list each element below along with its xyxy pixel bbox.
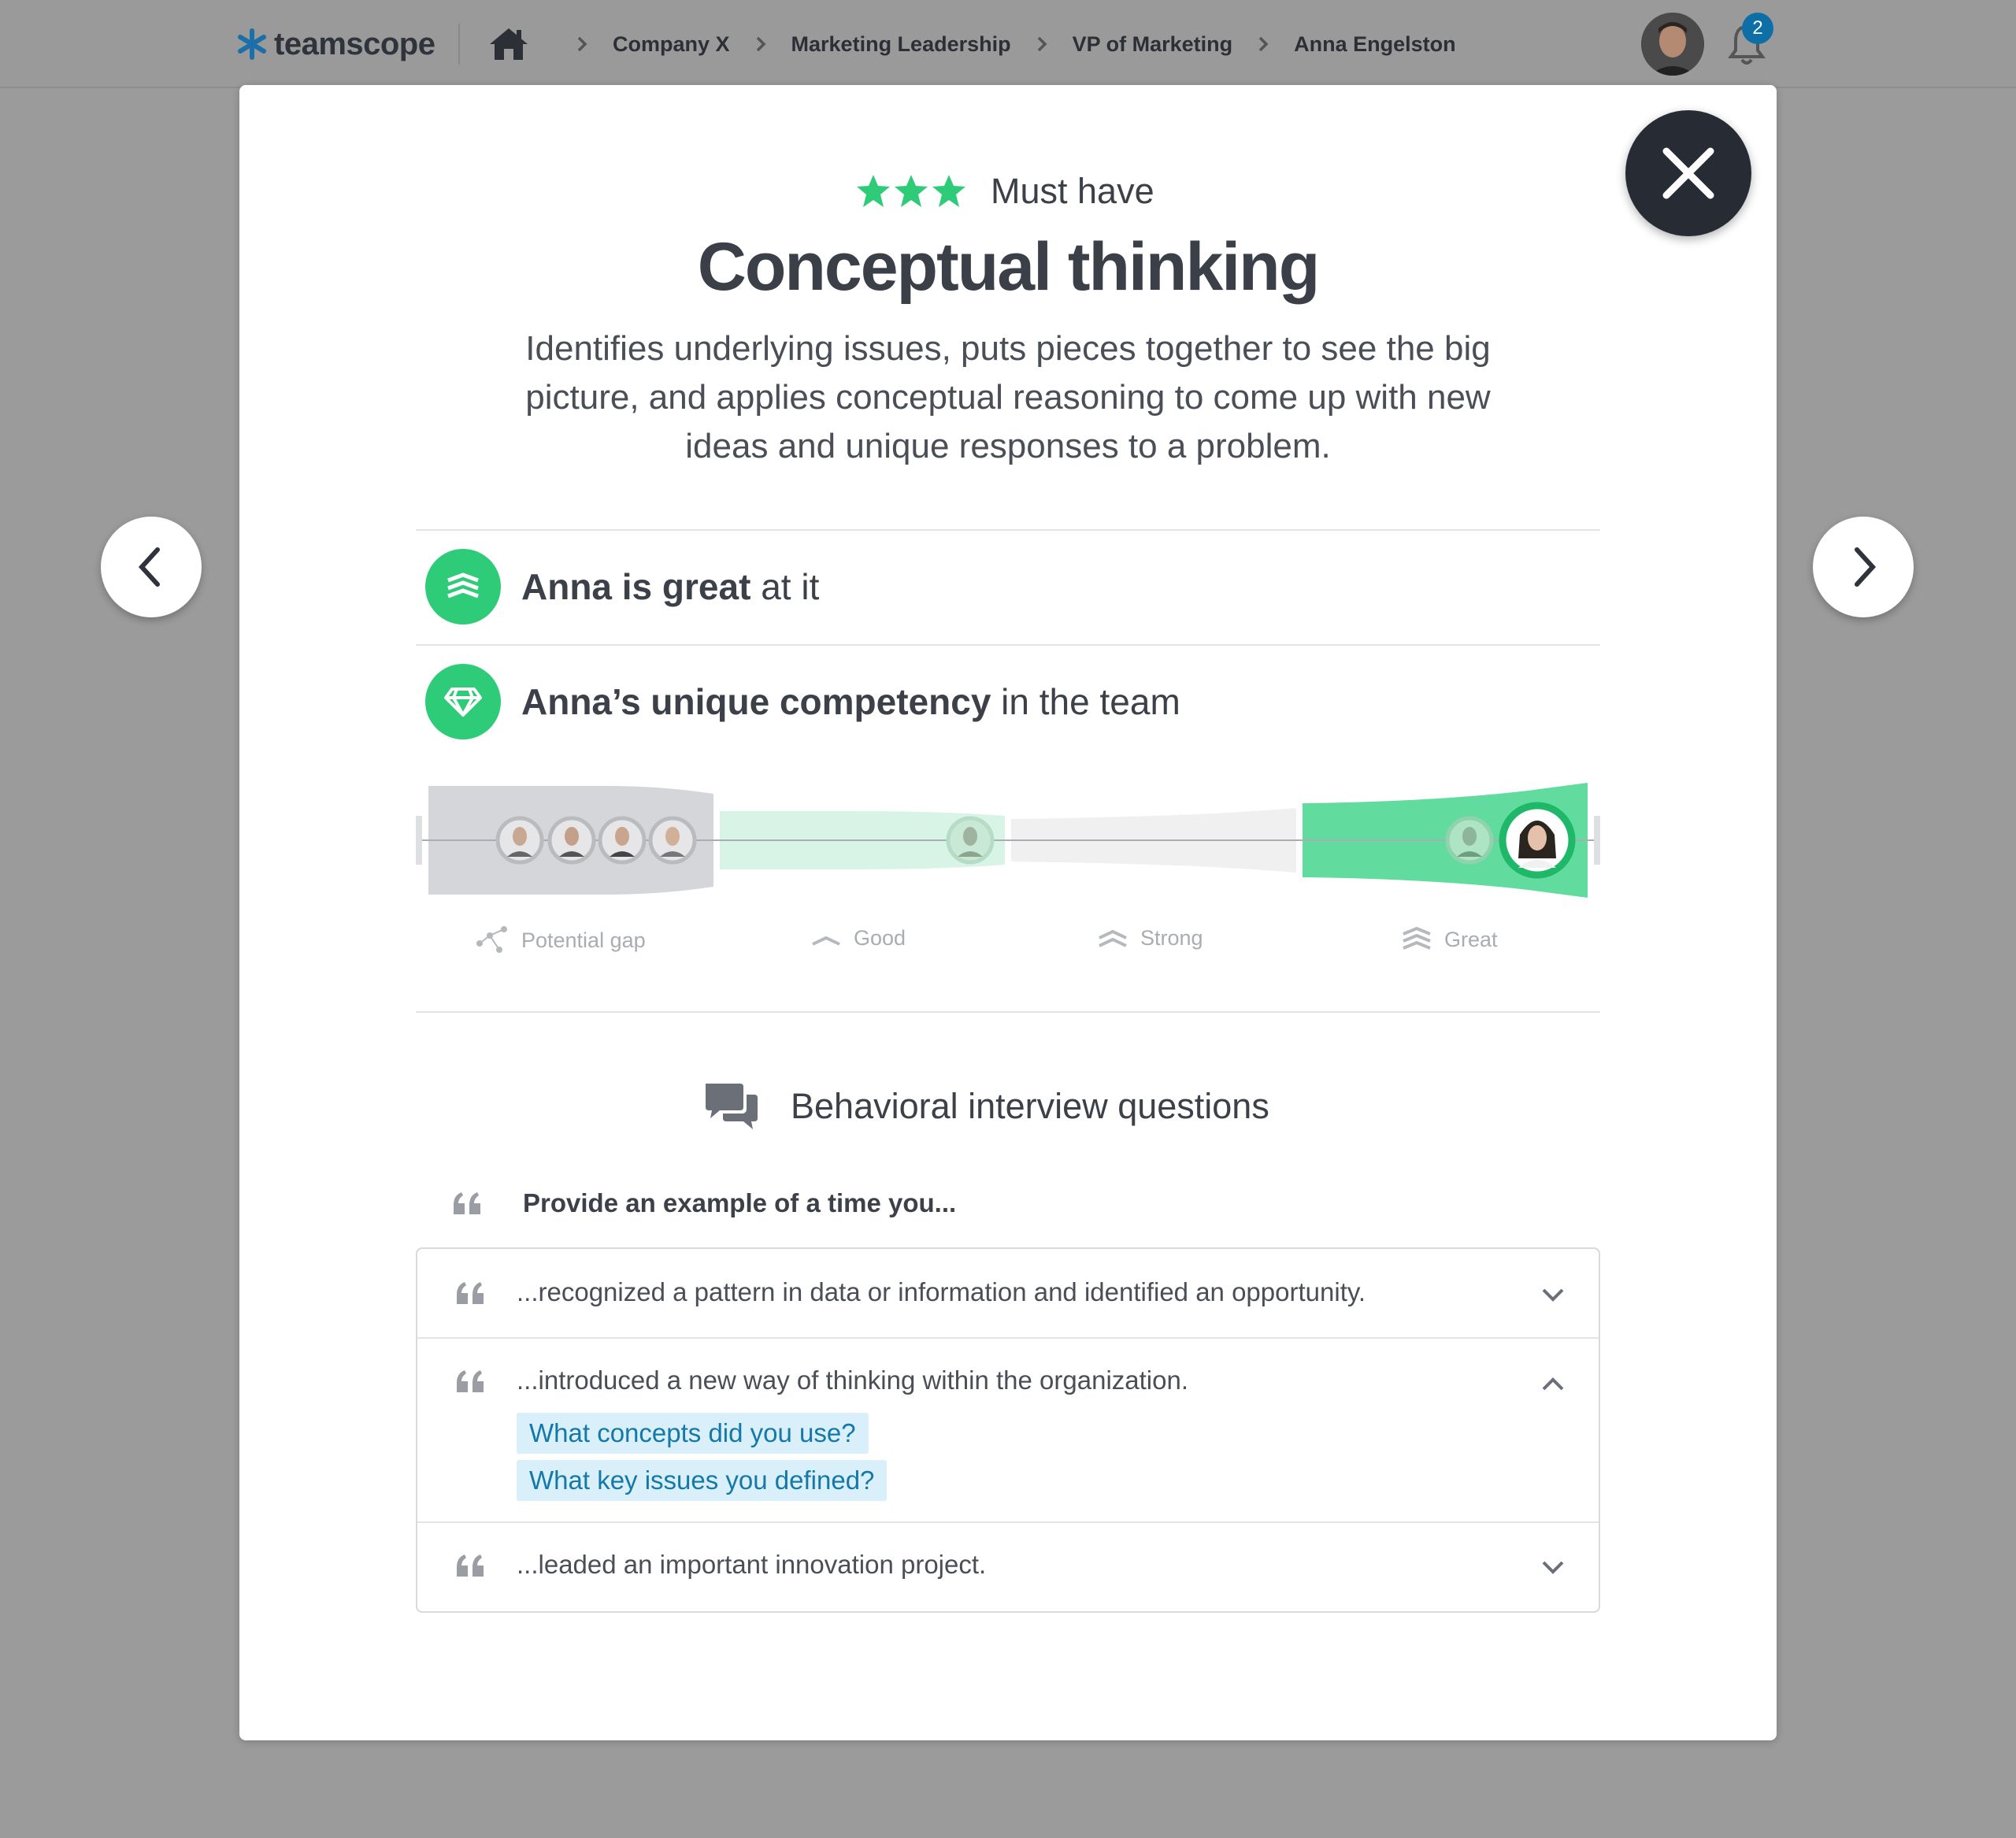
question-text: ...recognized a pattern in data or infor… <box>517 1277 1366 1306</box>
breadcrumb: Company X Marketing Leadership VP of Mar… <box>551 24 1456 65</box>
divider <box>416 529 1600 531</box>
great-level-icon <box>1403 926 1431 950</box>
chevron-right-icon <box>1258 36 1269 52</box>
good-level-icon <box>812 936 840 946</box>
left-cap <box>416 816 422 865</box>
person-avatar[interactable] <box>547 816 596 865</box>
person-avatar[interactable] <box>495 816 544 865</box>
question-item[interactable]: ...recognized a pattern in data or infor… <box>417 1249 1599 1339</box>
divider <box>416 644 1600 646</box>
previous-button[interactable] <box>101 517 202 617</box>
interview-prompt: Provide an example of a time you... <box>452 1181 956 1225</box>
chevron-right-icon <box>1855 547 1877 587</box>
person-avatar[interactable] <box>648 816 697 865</box>
anna-avatar[interactable] <box>1499 802 1576 879</box>
close-icon <box>1662 147 1714 199</box>
person-avatar[interactable] <box>946 816 995 865</box>
chevron-down-icon[interactable] <box>1539 1553 1567 1581</box>
interview-heading: Behavioral interview questions <box>702 1077 1269 1136</box>
followup-question: What key issues you defined? <box>517 1460 888 1501</box>
level-strong: Strong <box>1098 926 1203 950</box>
star-icon <box>932 175 965 207</box>
competency-title: Conceptual thinking <box>697 229 1321 305</box>
chat-bubbles-icon <box>706 1084 758 1129</box>
breadcrumb-company[interactable]: Company X <box>613 32 730 57</box>
chevron-up-icon[interactable] <box>1539 1370 1567 1399</box>
rating-text: Anna is great at it <box>521 566 820 607</box>
level-potential-gap: Potential gap <box>476 926 646 954</box>
team-distribution-chart <box>416 783 1600 898</box>
divider <box>458 24 460 65</box>
user-avatar[interactable] <box>1641 13 1704 76</box>
unique-row: Anna’s unique competency in the team <box>425 663 1180 740</box>
question-text: ...introduced a new way of thinking with… <box>517 1366 1189 1395</box>
avatar-portrait <box>1641 13 1704 76</box>
chevron-right-icon <box>756 36 766 52</box>
network-icon <box>476 926 507 953</box>
great-level-icon <box>425 549 501 624</box>
notification-badge: 2 <box>1742 13 1773 44</box>
asterisk-logo-icon <box>238 28 266 60</box>
quote-icon <box>457 1370 484 1392</box>
star-icon <box>895 175 928 207</box>
star-icon <box>857 175 890 207</box>
chevron-down-icon[interactable] <box>1539 1280 1567 1309</box>
next-button[interactable] <box>1813 517 1914 617</box>
person-avatar[interactable] <box>1445 816 1494 865</box>
right-cap <box>1594 816 1600 865</box>
chevron-right-icon <box>577 36 587 52</box>
importance-rating: Must have <box>855 165 1154 217</box>
breadcrumb-team[interactable]: Marketing Leadership <box>791 32 1011 57</box>
level-great: Great <box>1402 926 1498 953</box>
breadcrumb-role[interactable]: VP of Marketing <box>1073 32 1233 57</box>
followup-question: What concepts did you use? <box>517 1413 869 1454</box>
person-avatar[interactable] <box>598 816 647 865</box>
brand-name: teamscope <box>274 26 435 61</box>
chevron-right-icon <box>1037 36 1047 52</box>
question-item[interactable]: ...leaded an important innovation projec… <box>417 1523 1599 1611</box>
question-text: ...leaded an important innovation projec… <box>517 1550 987 1579</box>
rating-row: Anna is great at it <box>425 548 819 625</box>
level-good: Good <box>811 926 906 950</box>
home-icon[interactable] <box>488 25 529 63</box>
unique-text: Anna’s unique competency in the team <box>521 681 1180 722</box>
questions-list: ...recognized a pattern in data or infor… <box>416 1247 1600 1613</box>
competency-description: Identifies underlying issues, puts piece… <box>525 329 1491 465</box>
quote-icon <box>454 1192 480 1214</box>
diamond-icon <box>425 664 501 739</box>
importance-label: Must have <box>991 171 1154 211</box>
strong-level-icon <box>1099 929 1127 947</box>
divider <box>416 1011 1600 1013</box>
breadcrumb-person[interactable]: Anna Engelston <box>1294 32 1456 57</box>
quote-icon <box>457 1282 484 1304</box>
close-button[interactable] <box>1625 110 1751 236</box>
chevron-left-icon <box>138 547 160 587</box>
teamscope-logo[interactable]: teamscope <box>236 22 435 66</box>
level-labels: Potential gap Good Strong Great <box>425 926 1591 964</box>
top-navigation-bar: teamscope Company X Marketing Leadership… <box>0 0 2016 88</box>
question-item-expanded[interactable]: ...introduced a new way of thinking with… <box>417 1339 1599 1521</box>
quote-icon <box>457 1555 484 1577</box>
